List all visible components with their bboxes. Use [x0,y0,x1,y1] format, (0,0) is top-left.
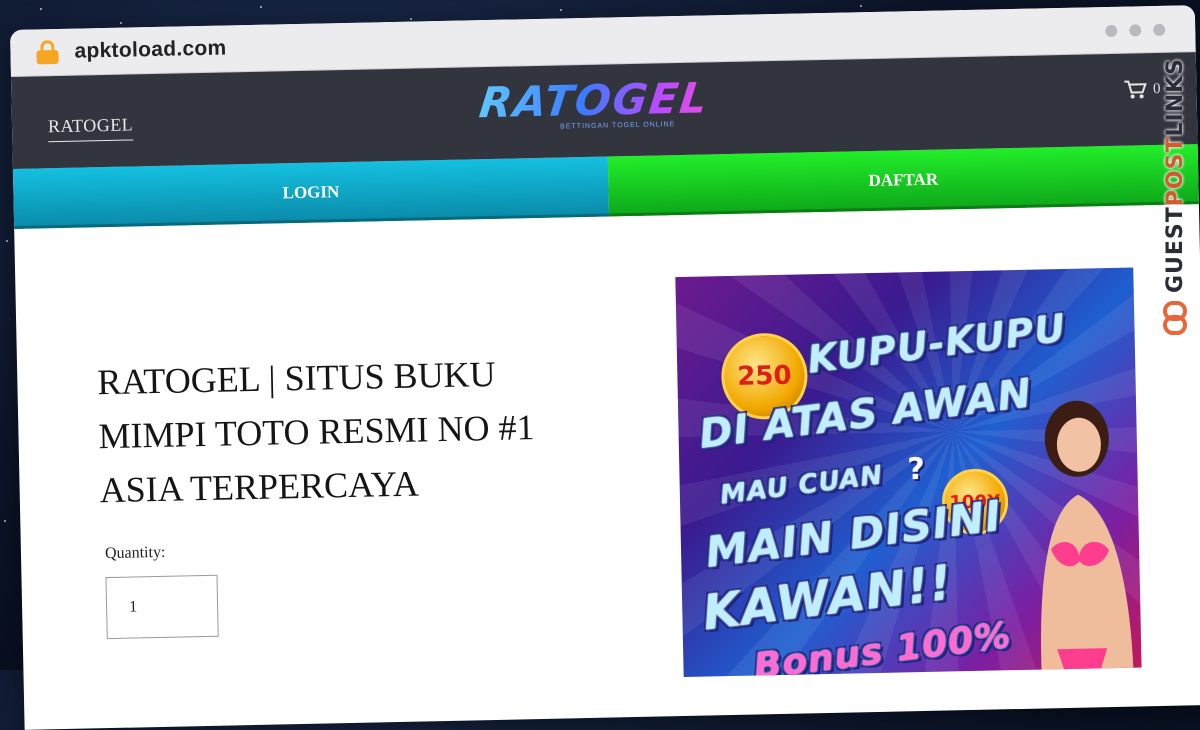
logo-tagline: BETTINGAN TOGEL ONLINE [560,121,676,131]
watermark-text-accent: POST [1162,136,1188,207]
dot-icon [1153,23,1166,37]
url-text[interactable]: apktoload.com [74,36,227,63]
chain-link-icon [1163,301,1187,336]
product-title: RATOGEL | SITUS BUKU MIMPI TOTO RESMI NO… [96,353,535,511]
product-section: RATOGEL | SITUS BUKU MIMPI TOTO RESMI NO… [14,204,1200,729]
guestpostlinks-watermark: GUESTPOSTLINKS [1158,58,1192,358]
browser-window: apktoload.com RATOGEL RATOGEL BETTINGAN … [10,5,1200,730]
watermark-text: GUESTPOSTLINKS [1163,58,1188,293]
watermark-text-suffix: LINKS [1162,58,1188,137]
lock-icon [36,40,59,65]
promo-banner[interactable]: 250 KUPU-KUPU DI ATAS AWAN MAU CUAN ? 10… [675,267,1142,678]
watermark-text-prefix: GUEST [1162,206,1188,294]
model-figure-illustration [1041,400,1134,678]
site-logo[interactable]: RATOGEL BETTINGAN TOGEL ONLINE [477,73,739,143]
dot-icon [1105,24,1118,38]
banner-question-mark: ? [907,451,926,488]
quantity-input[interactable] [105,574,219,640]
cart-icon [1123,80,1147,99]
window-menu-dots[interactable] [1105,23,1166,38]
brand-link[interactable]: RATOGEL [47,114,134,143]
logo-text: RATOGEL [477,73,739,127]
dot-icon [1129,24,1142,37]
cart-button[interactable]: 0 [1123,79,1161,100]
quantity-label: Quantity: [104,543,166,563]
